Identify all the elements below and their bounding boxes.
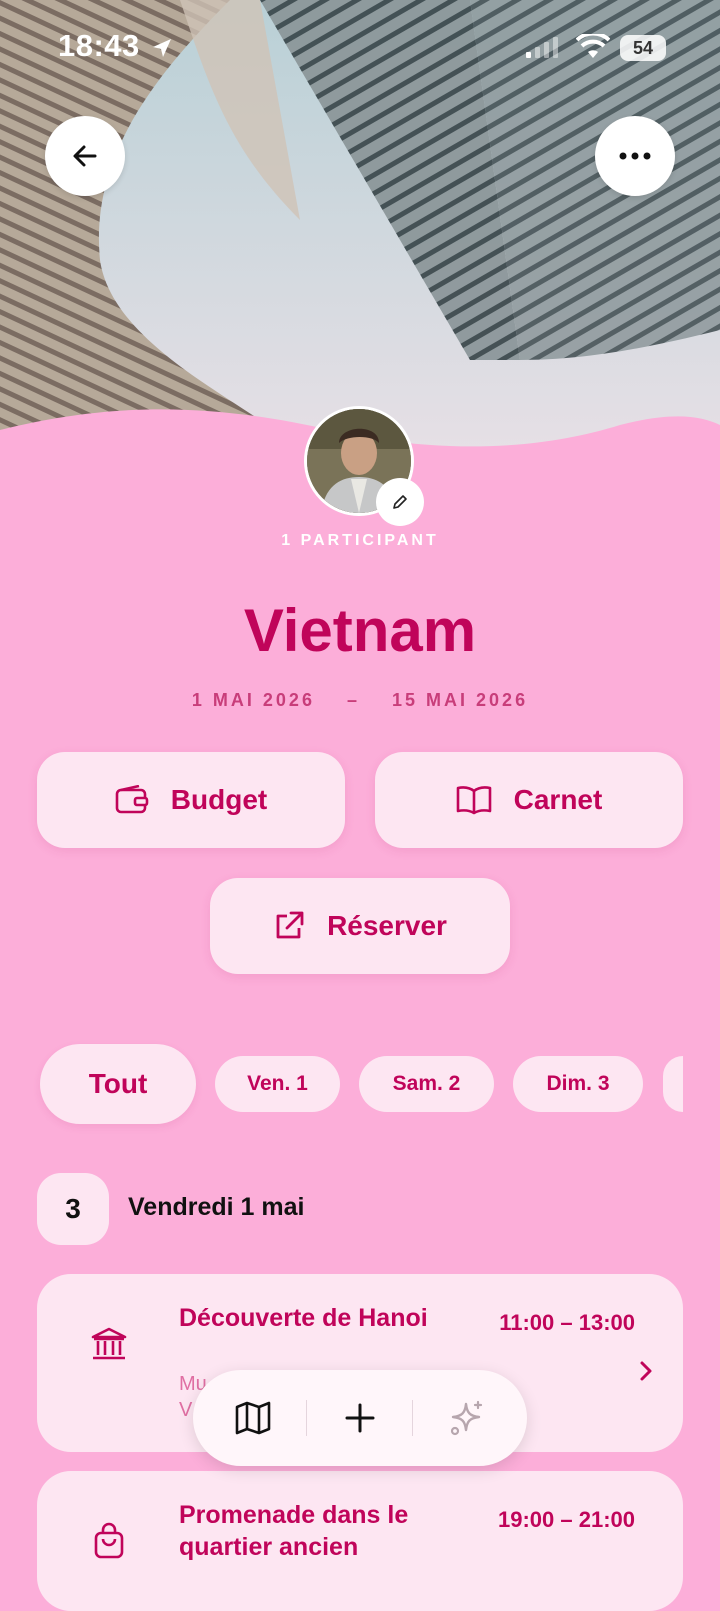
edit-avatar-button[interactable] [376,478,424,526]
activity-title: Promenade dans le quartier ancien [179,1501,409,1561]
participants-count[interactable]: 1 PARTICIPANT [0,532,720,550]
status-time: 18:43 [58,28,140,63]
carnet-button[interactable]: Carnet [375,752,683,848]
reserver-label: Réserver [327,910,447,941]
filter-all-label: Tout [88,1068,148,1099]
reserver-button[interactable]: Réserver [210,878,510,974]
ellipsis-icon [619,152,651,160]
shopping-bag-icon [94,1522,124,1559]
plus-icon [345,1403,375,1433]
toolbar-divider [412,1400,413,1436]
filter-day-3[interactable]: Dim. 3 [513,1056,643,1112]
carnet-label: Carnet [513,784,603,815]
activity-time: 19:00 – 21:00 [498,1507,635,1532]
map-button[interactable] [223,1388,283,1448]
wallet-icon [115,785,149,814]
filter-all[interactable]: Tout [40,1044,196,1124]
budget-label: Budget [170,784,268,815]
map-icon [235,1401,271,1435]
ai-suggest-button[interactable] [436,1388,496,1448]
filter-day-1-label: Ven. 1 [247,1072,308,1095]
filter-day-4-partial[interactable] [663,1056,683,1112]
chevron-right-icon [640,1361,652,1381]
filter-day-2[interactable]: Sam. 2 [359,1056,494,1112]
museum-icon [91,1327,127,1360]
toolbar-divider [306,1400,307,1436]
pencil-icon [393,495,407,509]
activity-time: 11:00 – 13:00 [499,1310,635,1335]
activity-card[interactable]: Promenade dans le quartier ancien 19:00 … [37,1471,683,1611]
wifi-icon [576,34,610,58]
bottom-toolbar [193,1370,527,1466]
filter-day-1[interactable]: Ven. 1 [215,1056,340,1112]
signal-icon [526,37,558,58]
date-end: 15 MAI 2026 [392,690,529,710]
day-activity-count: 3 [37,1173,109,1245]
external-link-icon [276,911,304,939]
location-arrow-icon [153,39,171,57]
sparkles-icon [450,1400,483,1436]
date-start: 1 MAI 2026 [191,690,315,710]
arrow-left-icon [73,145,97,167]
trip-dates[interactable]: 1 MAI 2026 – 15 MAI 2026 [0,690,720,711]
battery-level: 54 [632,37,654,58]
add-button[interactable] [330,1388,390,1448]
status-bar: 18:43 54 [0,0,720,92]
activity-subtitle-2: V [179,1399,193,1421]
day-label: Vendredi 1 mai [128,1193,305,1221]
more-options-button[interactable] [595,116,675,196]
filter-day-3-label: Dim. 3 [546,1072,610,1095]
activity-title: Découverte de Hanoi [179,1304,428,1332]
back-button[interactable] [45,116,125,196]
trip-title: Vietnam [243,597,477,664]
filter-day-2-label: Sam. 2 [392,1072,461,1095]
battery-icon: 54 [620,35,666,61]
book-icon [456,786,491,815]
date-separator: – [346,690,360,710]
budget-button[interactable]: Budget [37,752,345,848]
